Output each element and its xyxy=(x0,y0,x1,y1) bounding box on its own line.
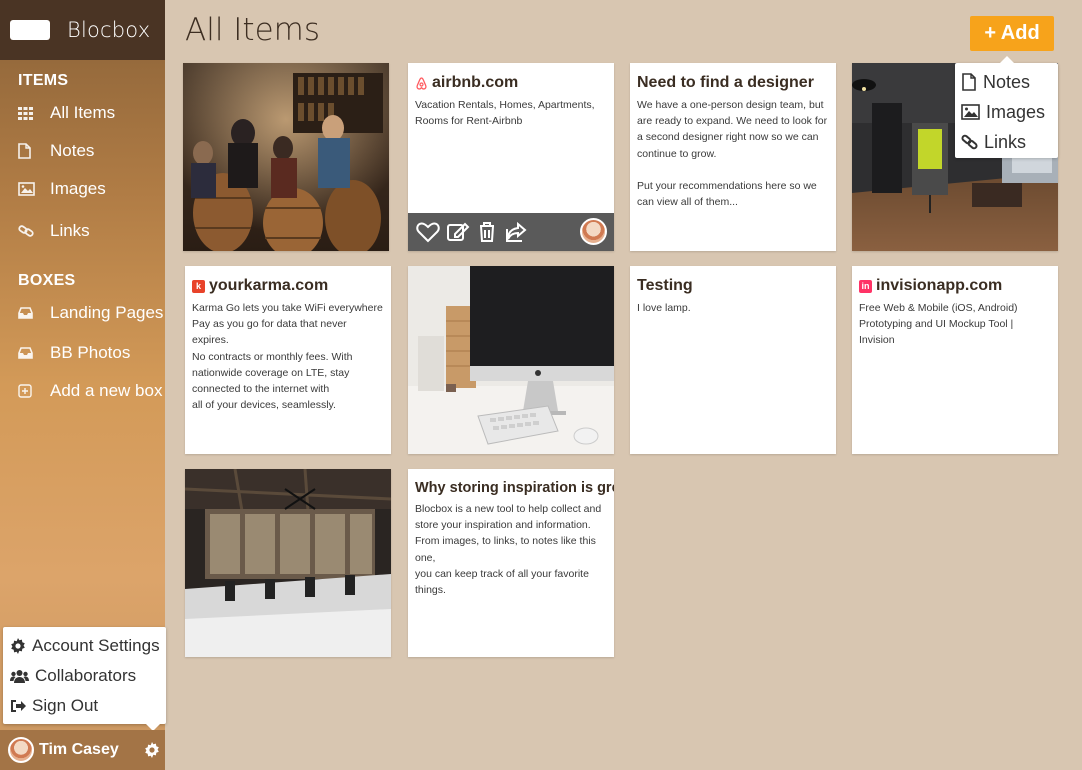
add-new-box-button[interactable]: Add a new box xyxy=(0,372,165,410)
add-menu-label: Notes xyxy=(983,71,1031,92)
grid-icon xyxy=(18,106,38,120)
users-icon xyxy=(10,669,29,683)
document-icon xyxy=(18,143,38,159)
user-name: Tim Casey xyxy=(39,741,119,758)
link-icon xyxy=(961,134,978,150)
document-icon xyxy=(962,73,976,91)
collaborators-item[interactable]: Collaborators xyxy=(3,661,166,691)
card-title-text: airbnb.com xyxy=(432,74,519,91)
image-card-workspace[interactable] xyxy=(185,469,391,657)
card-body: We have a one-person design team, but ar… xyxy=(637,99,828,209)
note-card-testing[interactable]: Testing I love lamp. xyxy=(630,266,836,454)
sidebar-item-images[interactable]: Images xyxy=(0,170,165,208)
link-card-airbnb[interactable]: airbnb.com Vacation Rentals, Homes, Apar… xyxy=(408,63,614,251)
blocbox-logo-icon xyxy=(10,20,50,40)
link-icon xyxy=(18,224,38,238)
settings-gear-icon[interactable] xyxy=(144,742,160,763)
image-icon xyxy=(18,182,38,196)
add-menu-images[interactable]: Images xyxy=(955,97,1058,127)
brand-header[interactable]: Blocbox xyxy=(0,0,165,60)
sidebar-box-label: Add a new box xyxy=(50,381,163,400)
avatar xyxy=(580,218,607,245)
card-title: Testing xyxy=(630,266,836,295)
sidebar-item-label: Images xyxy=(50,179,106,198)
edit-icon[interactable] xyxy=(446,221,470,243)
invision-logo-icon: in xyxy=(859,279,872,293)
sidebar-item-label: Links xyxy=(50,221,90,240)
sidebar-item-label: Notes xyxy=(50,141,95,160)
card-title-text: invisionapp.com xyxy=(876,277,1003,294)
add-menu: Notes Images Links xyxy=(955,56,1058,158)
note-card-inspiration[interactable]: Why storing inspiration is great Blocbox… xyxy=(408,469,614,657)
card-title: in invisionapp.com xyxy=(852,266,1058,295)
link-card-yourkarma[interactable]: k yourkarma.com Karma Go lets you take W… xyxy=(185,266,391,454)
add-menu-links[interactable]: Links xyxy=(955,127,1058,157)
account-settings-item[interactable]: Account Settings xyxy=(3,631,166,661)
account-menu: Account Settings Collaborators Sign Out xyxy=(3,627,166,731)
avatar xyxy=(8,737,34,763)
items-heading: ITEMS xyxy=(18,72,69,89)
sign-out-icon xyxy=(11,700,26,712)
card-title: k yourkarma.com xyxy=(185,266,391,295)
sidebar-item-links[interactable]: Links xyxy=(0,212,165,250)
card-body: Free Web & Mobile (iOS, Android) Prototy… xyxy=(859,302,1018,347)
trash-icon[interactable] xyxy=(476,221,498,243)
card-title-text: yourkarma.com xyxy=(209,277,329,294)
card-title: Why storing inspiration is great xyxy=(408,469,614,496)
sidebar-box-label: BB Photos xyxy=(50,343,131,362)
account-menu-label: Collaborators xyxy=(35,666,137,685)
workspace-photo xyxy=(185,469,391,657)
share-icon[interactable] xyxy=(504,221,528,243)
card-title-text: Testing xyxy=(637,277,693,294)
bar-photo xyxy=(183,63,389,251)
card-title-text: Why storing inspiration is great xyxy=(415,480,614,496)
boxes-heading: BOXES xyxy=(18,272,76,289)
sidebar-item-notes[interactable]: Notes xyxy=(0,132,165,170)
yourkarma-logo-icon: k xyxy=(192,279,205,293)
link-card-invision[interactable]: in invisionapp.com Free Web & Mobile (iO… xyxy=(852,266,1058,454)
add-menu-label: Images xyxy=(986,101,1046,122)
user-bar[interactable]: Tim Casey xyxy=(0,730,165,770)
account-menu-label: Sign Out xyxy=(32,696,99,715)
card-body: Vacation Rentals, Homes, Apartments, Roo… xyxy=(415,99,595,128)
plus-square-icon xyxy=(18,384,38,398)
sidebar-item-all-items[interactable]: All Items xyxy=(0,94,165,132)
desk-photo xyxy=(408,266,614,454)
heart-icon[interactable] xyxy=(416,221,440,243)
add-button[interactable]: + Add xyxy=(970,16,1054,51)
inbox-icon xyxy=(18,347,38,359)
card-title: Need to find a designer xyxy=(630,63,836,92)
image-icon xyxy=(961,104,980,120)
sign-out-item[interactable]: Sign Out xyxy=(3,691,166,721)
card-body: I love lamp. xyxy=(637,302,691,314)
sidebar-item-label: All Items xyxy=(50,103,116,122)
card-toolbar xyxy=(408,213,614,251)
sidebar-box-label: Landing Pages xyxy=(50,303,164,322)
sidebar-box-landing-pages[interactable]: Landing Pages xyxy=(0,294,165,332)
page-title: All Items xyxy=(185,12,321,48)
card-title: airbnb.com xyxy=(408,63,614,92)
gear-icon xyxy=(11,638,25,654)
image-card-desk[interactable] xyxy=(408,266,614,454)
image-card-bar[interactable] xyxy=(183,63,389,251)
add-menu-label: Links xyxy=(984,131,1027,152)
brand-name: Blocbox xyxy=(67,18,151,42)
card-body: Blocbox is a new tool to help collect an… xyxy=(415,503,602,597)
account-menu-label: Account Settings xyxy=(32,636,160,655)
card-body: Karma Go lets you take WiFi everywhere P… xyxy=(192,302,383,412)
inbox-icon xyxy=(18,307,38,319)
note-card-designer[interactable]: Need to find a designer We have a one-pe… xyxy=(630,63,836,251)
sidebar-box-bb-photos[interactable]: BB Photos xyxy=(0,334,165,372)
card-title-text: Need to find a designer xyxy=(637,74,814,91)
airbnb-logo-icon xyxy=(416,76,427,90)
add-menu-notes[interactable]: Notes xyxy=(955,67,1058,97)
